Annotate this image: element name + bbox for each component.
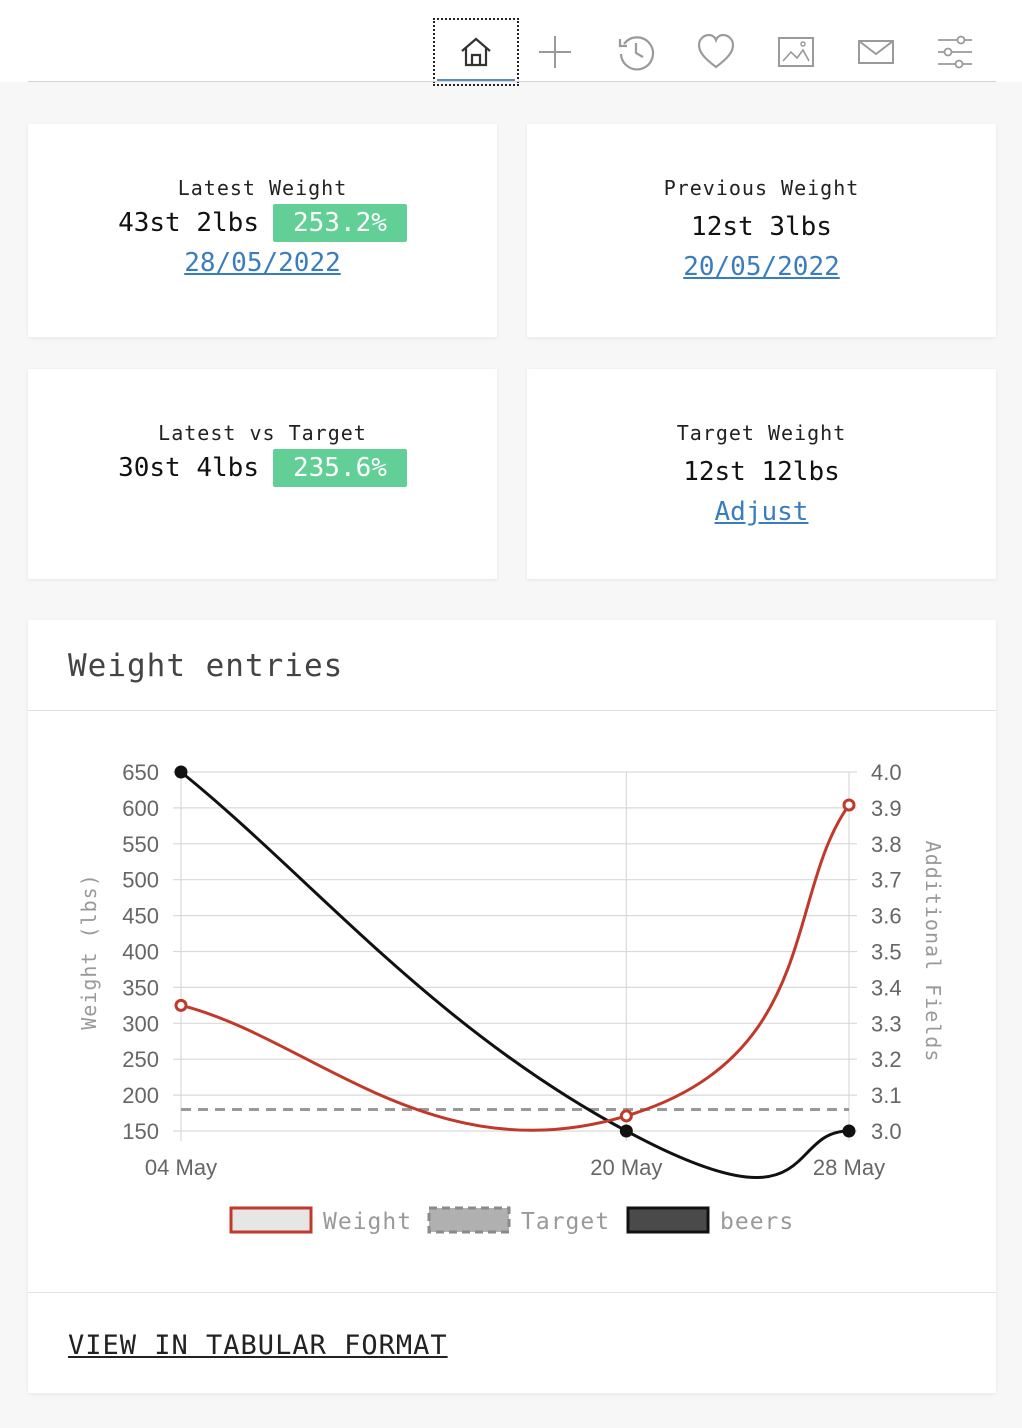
latest-vs-target-badge: 235.6% — [272, 449, 407, 487]
y2-axis-label: Additional Fields — [921, 841, 945, 1063]
chart-footer-divider — [28, 1292, 996, 1293]
right-tick-label: 3.2 — [871, 1047, 902, 1072]
right-tick-label: 3.9 — [871, 796, 902, 821]
left-tick-label: 350 — [122, 975, 159, 1000]
legend-label-weight[interactable]: Weight — [323, 1209, 412, 1235]
left-tick-label: 200 — [122, 1083, 159, 1108]
weight-chart: 650 600 550 500 450 400 350 300 250 200 150 4.0 3.9… — [77, 760, 945, 1235]
previous-weight-card: Previous Weight 12st 3lbs 20/05/2022 — [527, 124, 996, 337]
nav-settings-button[interactable] — [912, 18, 998, 86]
latest-vs-target-label: Latest vs Target — [158, 421, 367, 445]
left-tick-label: 550 — [122, 832, 159, 857]
chart-legend: Weight Target beers — [229, 1206, 794, 1235]
nav-mail-button[interactable] — [833, 18, 919, 86]
latest-vs-target-card: Latest vs Target 30st 4lbs 235.6% — [28, 369, 497, 579]
latest-weight-card: Latest Weight 43st 2lbs 253.2% 28/05/2022 — [28, 124, 497, 337]
view-tabular-link[interactable]: VIEW IN TABULAR FORMAT — [68, 1330, 448, 1361]
weight-data-point[interactable] — [174, 998, 188, 1012]
legend-swatch-target[interactable] — [427, 1206, 511, 1234]
latest-weight-date-link[interactable]: 28/05/2022 — [184, 248, 341, 278]
beers-data-point[interactable] — [619, 1124, 633, 1138]
left-tick-label: 300 — [122, 1011, 159, 1036]
image-icon — [778, 37, 814, 67]
left-tick-label: 450 — [122, 904, 159, 929]
latest-weight-value: 43st 2lbs — [118, 208, 259, 238]
beers-data-point[interactable] — [174, 765, 188, 779]
add-icon — [539, 36, 571, 68]
x-tick-label: 04 May — [145, 1155, 217, 1180]
beers-data-point[interactable] — [842, 1124, 856, 1138]
legend-label-target[interactable]: Target — [521, 1209, 610, 1235]
previous-weight-value: 12st 3lbs — [691, 212, 832, 242]
right-tick-label: 3.3 — [871, 1011, 902, 1036]
legend-swatch-weight[interactable] — [229, 1206, 313, 1234]
right-tick-label: 3.5 — [871, 940, 902, 965]
target-weight-value: 12st 12lbs — [683, 457, 840, 487]
left-tick-label: 250 — [122, 1047, 159, 1072]
left-axis-ticks: 650 600 550 500 450 400 350 300 250 200 150 — [122, 760, 159, 1144]
left-tick-label: 500 — [122, 868, 159, 893]
weight-data-point[interactable] — [619, 1109, 633, 1123]
latest-weight-label: Latest Weight — [177, 176, 348, 200]
weight-data-point[interactable] — [842, 798, 856, 812]
right-tick-label: 3.1 — [871, 1083, 902, 1108]
target-weight-label: Target Weight — [676, 421, 847, 445]
weight-entries-panel: Weight entries 650 600 550 500 450 400 350 300 2… — [28, 620, 996, 1393]
right-tick-label: 4.0 — [871, 760, 902, 785]
right-tick-label: 3.4 — [871, 975, 902, 1000]
right-tick-label: 3.8 — [871, 832, 902, 857]
nav-divider — [28, 81, 996, 82]
left-tick-label: 400 — [122, 940, 159, 965]
legend-label-beers[interactable]: beers — [720, 1209, 794, 1235]
beers-series-line — [180, 770, 850, 1179]
nav-favorites-button[interactable] — [673, 18, 759, 86]
chart-grid — [173, 771, 857, 1141]
latest-weight-badge: 253.2% — [272, 204, 407, 242]
weight-series-line — [180, 804, 851, 1132]
target-weight-card: Target Weight 12st 12lbs Adjust — [527, 369, 996, 579]
home-icon — [461, 37, 491, 67]
history-icon — [618, 36, 655, 71]
left-tick-label: 600 — [122, 796, 159, 821]
nav-gallery-button[interactable] — [753, 18, 839, 86]
mail-icon — [858, 40, 894, 64]
top-navigation — [0, 0, 1022, 86]
legend-swatch-beers[interactable] — [626, 1206, 710, 1234]
adjust-target-link[interactable]: Adjust — [715, 497, 809, 527]
left-tick-label: 150 — [122, 1119, 159, 1144]
previous-weight-date-link[interactable]: 20/05/2022 — [683, 252, 840, 282]
x-tick-label: 28 May — [813, 1155, 885, 1180]
nav-add-button[interactable] — [512, 18, 598, 86]
right-tick-label: 3.7 — [871, 868, 902, 893]
x-tick-label: 20 May — [590, 1155, 662, 1180]
right-axis-ticks: 4.0 3.9 3.8 3.7 3.6 3.5 3.4 3.3 3.2 3.1 3.0 — [871, 760, 902, 1144]
chart-series — [174, 765, 856, 1179]
nav-home-button[interactable] — [433, 18, 519, 86]
right-tick-label: 3.6 — [871, 904, 902, 929]
chart-header-divider — [28, 710, 996, 711]
left-tick-label: 650 — [122, 760, 159, 785]
nav-history-button[interactable] — [593, 18, 679, 86]
y-axis-label: Weight (lbs) — [77, 873, 101, 1030]
heart-icon — [697, 33, 735, 69]
latest-vs-target-value: 30st 4lbs — [118, 453, 259, 483]
sliders-icon — [938, 35, 972, 69]
weight-entries-title: Weight entries — [68, 648, 344, 684]
previous-weight-label: Previous Weight — [663, 176, 860, 200]
right-tick-label: 3.0 — [871, 1119, 902, 1144]
